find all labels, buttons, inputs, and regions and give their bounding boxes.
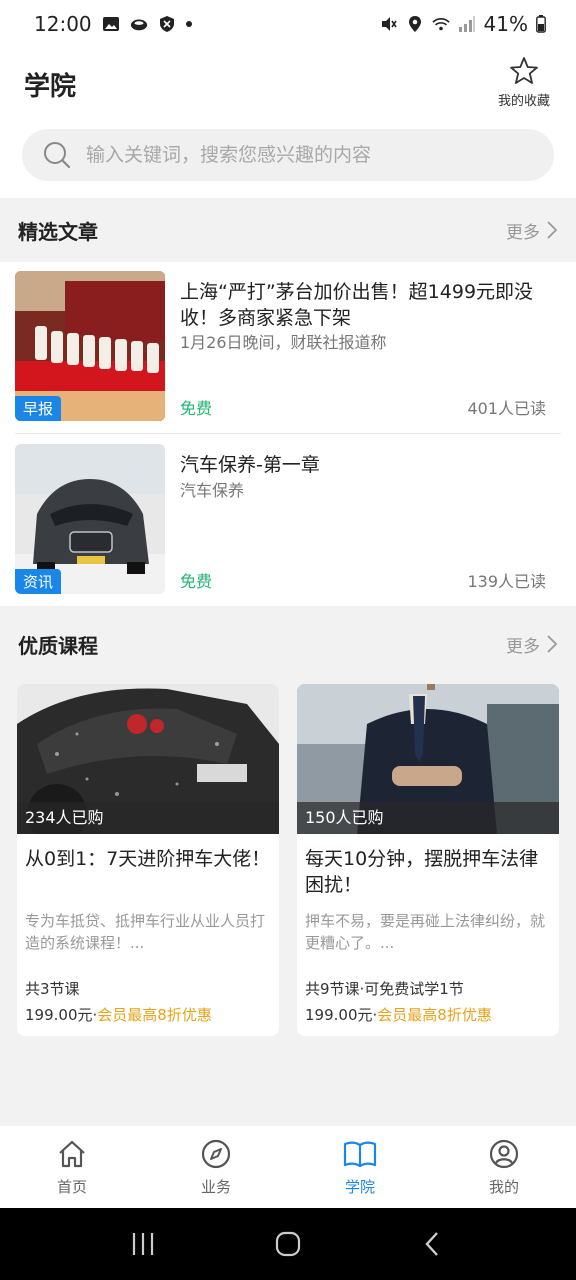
header: 学院 我的收藏 [0,48,576,198]
nav-label: 业务 [200,1177,231,1196]
articles-section-header: 精选文章 更多 [0,198,576,262]
articles-list: 早报 上海“严打”茅台加价出售！超1499元即没收！多商家紧急下架 1月26日晚… [0,262,576,606]
article-title: 汽车保养-第一章 [180,454,320,476]
user-icon [489,1139,519,1168]
article-subtitle: 汽车保养 [180,481,245,500]
article-tag: 早报 [15,396,62,421]
status-bar: 12:00 41% [0,0,576,48]
back-icon[interactable] [419,1230,447,1258]
article-item[interactable]: 资讯 汽车保养-第一章 汽车保养 免费 139人已读 [15,444,561,594]
book-icon [343,1141,377,1167]
article-reads: 401人已读 [467,399,546,418]
course-price: 199.00元 [305,1006,373,1024]
search-bar[interactable] [22,129,554,181]
course-description: 押车不易，要是再碰上法律纠纷，就更糟心了。... [305,912,546,952]
article-thumbnail: 早报 [15,271,165,421]
system-nav-bar [0,1208,576,1280]
wifi-icon [431,18,450,31]
home-button-icon[interactable] [274,1230,302,1258]
courses-more-link[interactable]: 更多 [506,632,558,657]
article-subtitle: 1月26日晚间，财联社报道称 [180,333,387,352]
course-card[interactable]: 150人已购 每天10分钟，摆脱押车法律困扰！ 押车不易，要是再碰上法律纠纷，就… [297,684,559,1036]
course-description: 专为车抵贷、抵押车行业从业人员打造的系统课程！... [25,912,266,952]
star-icon [510,57,538,84]
course-purchased: 150人已购 [297,802,559,834]
article-price: 免费 [180,399,213,418]
gallery-icon [102,17,119,31]
recent-apps-icon[interactable] [129,1230,157,1258]
section-title: 精选文章 [18,219,98,244]
course-lessons: 共9节课·可免费试学1节 [305,980,464,998]
article-item[interactable]: 早报 上海“严打”茅台加价出售！超1499元即没收！多商家紧急下架 1月26日晚… [15,271,561,421]
course-discount: 会员最高8折优惠 [97,1006,212,1024]
battery-icon [536,15,546,33]
course-card[interactable]: 234人已购 从0到1：7天进阶押车大佬！ 专为车抵贷、抵押车行业从业人员打造的… [17,684,279,1036]
home-icon [59,1140,85,1167]
course-price-line: 199.00元·会员最高8折优惠 [25,1004,212,1025]
article-price: 免费 [180,572,213,591]
nav-item-business[interactable]: 业务 [144,1126,288,1208]
search-input[interactable] [86,144,506,166]
course-price-line: 199.00元·会员最高8折优惠 [305,1004,492,1025]
chevron-right-icon [547,221,558,239]
dot-icon [185,21,192,27]
compass-icon [201,1139,231,1168]
signal-icon [458,16,475,32]
nav-item-academy[interactable]: 学院 [288,1126,432,1208]
course-title: 从0到1：7天进阶押车大佬！ [25,848,271,870]
course-title: 每天10分钟，摆脱押车法律困扰！ [305,848,539,896]
more-label: 更多 [506,222,540,243]
battery-percent: 41% [483,12,528,36]
favorites-button[interactable]: 我的收藏 [494,56,554,109]
nav-item-home[interactable]: 首页 [0,1126,144,1208]
shield-icon [159,16,174,32]
article-tag: 资讯 [15,569,62,594]
search-icon [44,142,71,169]
mute-icon [381,17,397,31]
bottom-nav: 首页 业务 学院 我的 [0,1126,576,1208]
course-discount: 会员最高8折优惠 [377,1006,492,1024]
status-time: 12:00 [34,12,92,36]
page-title: 学院 [24,72,77,102]
course-lessons: 共3节课 [25,980,80,998]
courses-section-header: 优质课程 更多 [0,612,576,676]
nav-label: 学院 [344,1177,375,1196]
location-icon [408,16,421,32]
chevron-right-icon [547,635,558,653]
nav-label: 首页 [56,1177,87,1196]
more-label: 更多 [506,636,540,657]
article-title: 上海“严打”茅台加价出售！超1499元即没收！多商家紧急下架 [180,281,534,329]
article-reads: 139人已读 [467,572,546,591]
favorites-label: 我的收藏 [497,94,550,109]
section-title: 优质课程 [18,633,98,658]
nav-label: 我的 [488,1177,519,1196]
course-price: 199.00元 [25,1006,93,1024]
divider [15,433,561,434]
cloud-icon [130,19,147,31]
article-thumbnail: 资讯 [15,444,165,594]
course-purchased: 234人已购 [17,802,279,834]
articles-more-link[interactable]: 更多 [506,218,558,243]
nav-item-mine[interactable]: 我的 [432,1126,576,1208]
